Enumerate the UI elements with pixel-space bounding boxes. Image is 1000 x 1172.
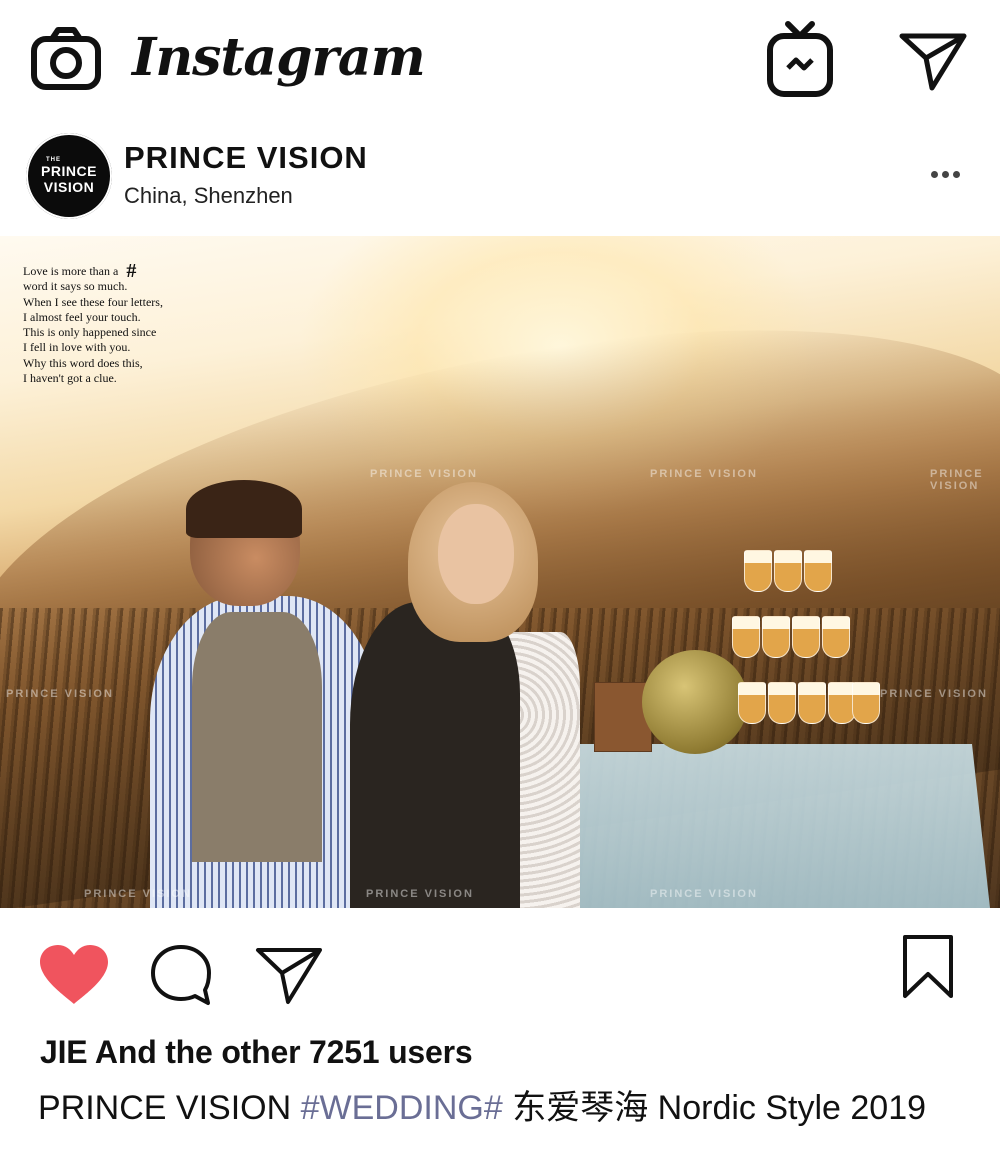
poem-line: I fell in love with you. xyxy=(23,340,131,355)
bride-figure xyxy=(350,482,580,908)
avatar-line1: PRINCE xyxy=(41,163,97,179)
post-image[interactable]: Love is more than a # word it says so muc… xyxy=(0,236,1000,908)
post-caption: PRINCE VISION #WEDDING# 东爱琴海 Nordic Styl… xyxy=(38,1080,926,1129)
groom-figure xyxy=(150,480,380,908)
champagne-tower xyxy=(728,550,880,750)
poem-line: I almost feel your touch. xyxy=(23,309,141,324)
poem-text: Love is more than a # word it says so muc… xyxy=(23,261,163,386)
caption-text: 东爱琴海 Nordic Style 2019 xyxy=(512,1089,927,1127)
poem-line: When I see these four letters, xyxy=(23,294,163,309)
bookmark-icon[interactable] xyxy=(900,934,956,1000)
share-icon[interactable] xyxy=(254,944,324,1006)
igtv-icon[interactable] xyxy=(766,20,834,98)
caption-account[interactable]: PRINCE VISION xyxy=(38,1089,291,1127)
caption-hashtag[interactable]: #WEDDING# xyxy=(301,1089,503,1127)
more-options-icon[interactable] xyxy=(922,164,968,184)
avatar-line2: VISION xyxy=(43,179,95,195)
comment-icon[interactable] xyxy=(148,942,214,1008)
table-with-lace-cloth xyxy=(540,744,990,908)
account-name[interactable]: PRINCE VISION xyxy=(124,140,368,176)
watermark: PRINCE VISION xyxy=(366,888,474,900)
send-icon[interactable] xyxy=(898,28,968,92)
watermark: PRINCE VISION xyxy=(650,468,758,480)
poem-line: Love is more than a xyxy=(23,264,119,278)
watermark: PRINCE VISION xyxy=(370,468,478,480)
watermark: PRINCE VISION xyxy=(84,888,192,900)
poem-line: This is only happened since xyxy=(23,325,157,340)
top-bar: Instagram xyxy=(0,0,1000,120)
avatar[interactable]: THE PRINCE VISION xyxy=(26,133,112,219)
watermark: PRINCE VISION xyxy=(6,688,114,700)
watermark: PRINCE VISION xyxy=(650,888,758,900)
poem-line: Why this word does this, xyxy=(23,355,143,370)
poem-line: I haven't got a clue. xyxy=(23,371,117,386)
poem-hash-symbol: # xyxy=(126,260,137,282)
post-header: THE PRINCE VISION PRINCE VISION China, S… xyxy=(0,128,1000,228)
poem-line: word it says so much. xyxy=(23,279,128,294)
camera-icon[interactable] xyxy=(30,25,102,93)
post-location[interactable]: China, Shenzhen xyxy=(124,183,293,209)
watermark: PRINCE VISION xyxy=(930,468,984,492)
watermark: PRINCE VISION xyxy=(880,688,988,700)
heart-icon[interactable] xyxy=(38,944,110,1006)
post-actions xyxy=(0,920,1000,1020)
app-logo: Instagram xyxy=(132,27,426,88)
likes-count[interactable]: JIE And the other 7251 users xyxy=(40,1034,473,1071)
